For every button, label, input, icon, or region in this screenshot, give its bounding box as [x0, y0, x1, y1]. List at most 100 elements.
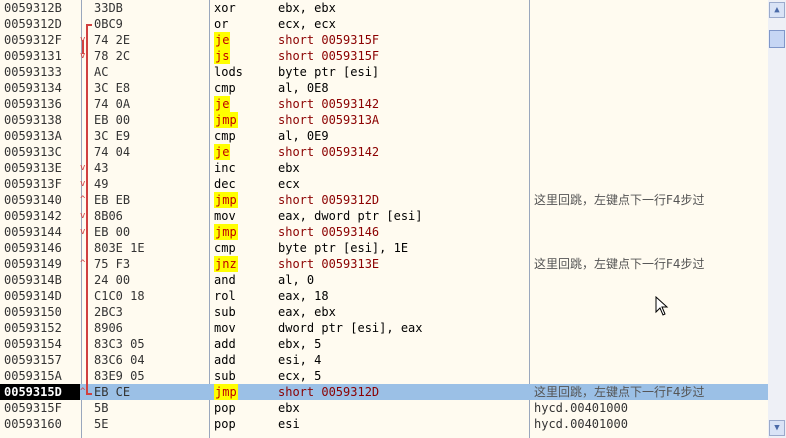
address-cell: 0059312B: [4, 1, 62, 15]
disasm-row[interactable]: 0059315F 5B pop ebx hycd.00401000: [0, 400, 768, 416]
disasm-row[interactable]: 00593133 AC lods byte ptr [esi]: [0, 64, 768, 80]
operands-cell: ebx, ebx: [278, 1, 336, 15]
scrollbar-thumb[interactable]: [769, 30, 785, 48]
hex-cell: 8B06: [94, 209, 123, 223]
jump-marker: v: [80, 227, 86, 237]
hex-cell: 803E 1E: [94, 241, 145, 255]
disasm-row[interactable]: 0059313A 3C E9 cmp al, 0E9: [0, 128, 768, 144]
disasm-row[interactable]: 00593144 EB 00 jmp short 00593146: [0, 224, 768, 240]
hex-cell: 5B: [94, 401, 109, 415]
disasm-row[interactable]: 00593134 3C E8 cmp al, 0E8: [0, 80, 768, 96]
jump-marker: ^: [80, 259, 86, 269]
disasm-row[interactable]: 0059313E 43 inc ebx: [0, 160, 768, 176]
hex-cell: EB 00: [94, 113, 131, 127]
operands-cell: short 0059315F: [278, 33, 380, 47]
operands-cell: byte ptr [esi], 1E: [278, 241, 409, 255]
disasm-row[interactable]: 00593150 2BC3 sub eax, ebx: [0, 304, 768, 320]
disasm-row[interactable]: 0059314D C1C0 18 rol eax, 18: [0, 288, 768, 304]
address-cell: 0059315D: [0, 384, 80, 400]
disasm-row[interactable]: 00593154 83C3 05 add ebx, 5: [0, 336, 768, 352]
mnemonic-cell: rol: [214, 289, 236, 303]
operands-cell: esi: [278, 417, 300, 431]
hex-cell: 83C3 05: [94, 337, 145, 351]
comment-cell: hycd.00401000: [534, 417, 628, 431]
mnemonic-cell: mov: [214, 321, 236, 335]
disasm-row[interactable]: 0059313F 49 dec ecx: [0, 176, 768, 192]
operands-cell: eax, 18: [278, 289, 329, 303]
operands-cell: ecx, ecx: [278, 17, 336, 31]
mnemonic-cell: cmp: [214, 81, 236, 95]
operands-cell: esi, 4: [278, 353, 322, 367]
disasm-row[interactable]: 00593157 83C6 04 add esi, 4: [0, 352, 768, 368]
hex-cell: EB CE: [94, 385, 131, 399]
address-cell: 0059314D: [4, 289, 62, 303]
hex-cell: AC: [94, 65, 109, 79]
mnemonic-cell: cmp: [214, 129, 236, 143]
address-cell: 0059313E: [4, 161, 62, 175]
operands-cell: dword ptr [esi], eax: [278, 321, 423, 335]
disasm-row[interactable]: 00593146 803E 1E cmp byte ptr [esi], 1E: [0, 240, 768, 256]
down-arrow-icon[interactable]: ▼: [769, 420, 785, 436]
operands-cell: ecx: [278, 177, 300, 191]
mnemonic-cell: jmp: [214, 112, 238, 128]
disasm-row[interactable]: 0059315D EB CE jmp short 0059312D 这里回跳，左键点下一…: [0, 384, 768, 400]
disasm-row[interactable]: 0059314B 24 00 and al, 0: [0, 272, 768, 288]
hex-cell: 3C E8: [94, 81, 131, 95]
operands-cell: short 0059315F: [278, 49, 380, 63]
jump-marker: v: [80, 35, 86, 45]
hex-cell: 24 00: [94, 273, 131, 287]
vertical-scrollbar[interactable]: ▲ ▼: [768, 0, 786, 438]
hex-cell: 33DB: [94, 1, 123, 15]
operands-cell: short 0059312D: [278, 385, 380, 399]
address-cell: 00593133: [4, 65, 62, 79]
disasm-row[interactable]: 0059312B 33DB xor ebx, ebx: [0, 0, 768, 16]
mnemonic-cell: sub: [214, 305, 236, 319]
address-cell: 00593160: [4, 417, 62, 431]
address-cell: 00593152: [4, 321, 62, 335]
disasm-row[interactable]: 00593152 8906 mov dword ptr [esi], eax: [0, 320, 768, 336]
address-cell: 00593131: [4, 49, 62, 63]
mnemonic-cell: or: [214, 17, 229, 31]
disasm-row[interactable]: 00593160 5E pop esi hycd.00401000: [0, 416, 768, 432]
comment-cell: 这里回跳，左键点下一行F4步过: [534, 385, 705, 399]
hex-cell: 75 F3: [94, 257, 131, 271]
operands-cell: short 0059312D: [278, 193, 380, 207]
disasm-row[interactable]: 00593149 75 F3 jnz short 0059313E 这里回跳，左键点下一…: [0, 256, 768, 272]
address-cell: 0059315A: [4, 369, 62, 383]
disasm-row[interactable]: 00593140 EB EB jmp short 0059312D 这里回跳，左键点下一…: [0, 192, 768, 208]
hex-cell: 83E9 05: [94, 369, 145, 383]
address-cell: 00593149: [4, 257, 62, 271]
disassembly-pane[interactable]: 0059312B 33DB xor ebx, ebx 0059312D 0BC9 or ecx…: [0, 0, 768, 438]
disasm-row[interactable]: 00593138 EB 00 jmp short 0059313A: [0, 112, 768, 128]
disasm-row[interactable]: 00593131 78 2C js short 0059315F: [0, 48, 768, 64]
operands-cell: short 00593142: [278, 97, 380, 111]
disasm-row[interactable]: 00593142 8B06 mov eax, dword ptr [esi]: [0, 208, 768, 224]
mouse-cursor-icon: [655, 296, 669, 316]
operands-cell: ebx: [278, 161, 300, 175]
operands-cell: short 00593142: [278, 145, 380, 159]
operands-cell: eax, dword ptr [esi]: [278, 209, 423, 223]
mnemonic-cell: add: [214, 353, 236, 367]
mnemonic-cell: je: [214, 96, 231, 112]
disasm-row[interactable]: 0059313C 74 04 je short 00593142: [0, 144, 768, 160]
address-cell: 0059313F: [4, 177, 62, 191]
disasm-row[interactable]: 00593136 74 0A je short 00593142: [0, 96, 768, 112]
mnemonic-cell: lods: [214, 65, 243, 79]
hex-cell: C1C0 18: [94, 289, 145, 303]
address-cell: 00593134: [4, 81, 62, 95]
hex-cell: 74 2E: [94, 33, 131, 47]
up-arrow-icon[interactable]: ▲: [769, 2, 785, 18]
operands-cell: byte ptr [esi]: [278, 65, 380, 79]
mnemonic-cell: xor: [214, 1, 236, 15]
hex-cell: 5E: [94, 417, 109, 431]
hex-cell: 74 04: [94, 145, 131, 159]
comment-cell: 这里回跳，左键点下一行F4步过: [534, 257, 705, 271]
operands-cell: al, 0E9: [278, 129, 329, 143]
address-cell: 0059314B: [4, 273, 62, 287]
disasm-row[interactable]: 0059312F 74 2E je short 0059315F: [0, 32, 768, 48]
disasm-row[interactable]: 0059315A 83E9 05 sub ecx, 5: [0, 368, 768, 384]
disasm-row[interactable]: 0059312D 0BC9 or ecx, ecx: [0, 16, 768, 32]
comment-cell: 这里回跳，左键点下一行F4步过: [534, 193, 705, 207]
hex-cell: 49: [94, 177, 109, 191]
mnemonic-cell: js: [214, 48, 231, 64]
